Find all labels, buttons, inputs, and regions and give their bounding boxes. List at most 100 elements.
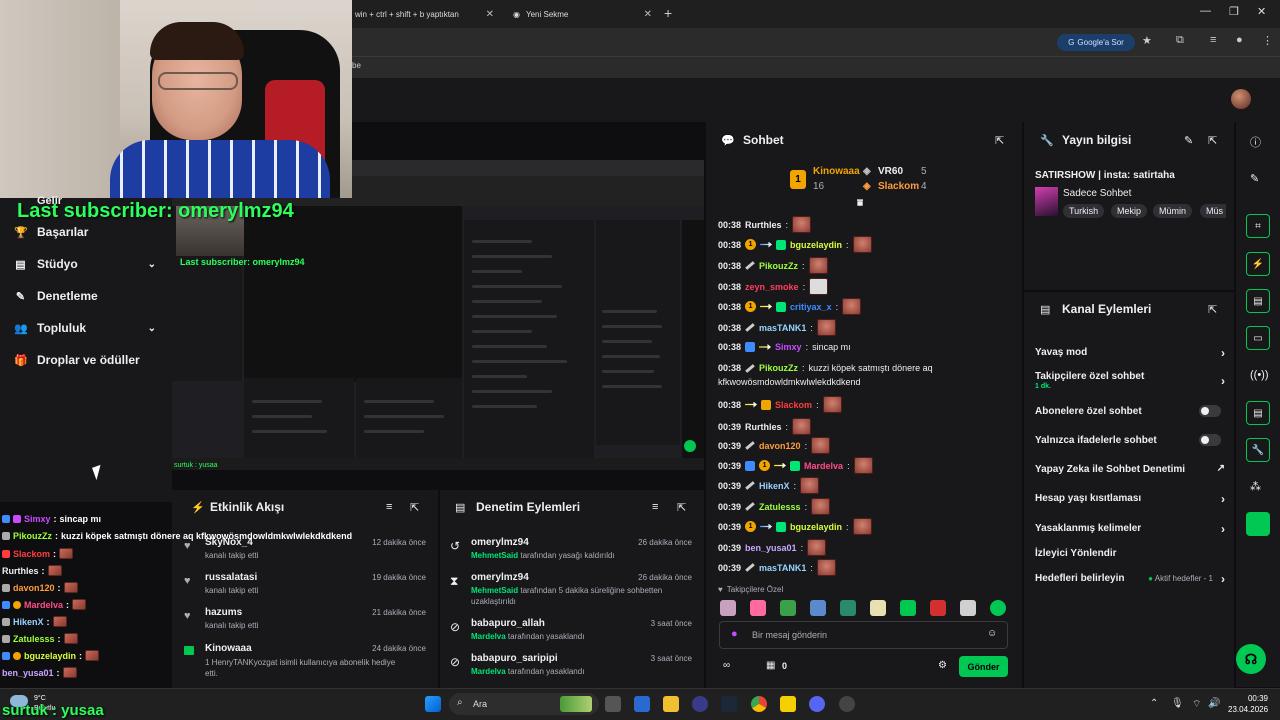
message-user[interactable]: critiyax_x xyxy=(790,302,832,312)
subscribers-only-toggle[interactable] xyxy=(1199,405,1221,417)
sidebar-item-drops[interactable]: 🎁 Droplar ve ödüller xyxy=(14,353,160,367)
message-user[interactable]: PikouzZz xyxy=(759,363,798,373)
emoji-icon[interactable]: ☺ xyxy=(987,628,997,639)
emote-picker-item[interactable] xyxy=(870,600,886,616)
discord-icon[interactable] xyxy=(809,696,825,712)
edit-icon[interactable]: ✎ xyxy=(1250,172,1259,185)
tag[interactable]: Müs xyxy=(1200,204,1226,218)
avatar[interactable] xyxy=(1231,89,1251,109)
wifi-icon[interactable]: ⌔ xyxy=(1192,698,1201,711)
notes-icon[interactable] xyxy=(780,696,796,712)
wrench-button[interactable]: 🔧 xyxy=(1246,438,1270,462)
popout-icon[interactable]: ⇱ xyxy=(677,501,686,514)
action-raid[interactable]: İzleyici Yönlendir xyxy=(1035,548,1225,559)
taskview-icon[interactable] xyxy=(605,696,621,712)
emote-picker-item[interactable] xyxy=(960,600,976,616)
message-user[interactable]: HikenX xyxy=(759,481,790,491)
chrome-icon[interactable] xyxy=(751,696,767,712)
emote-picker-item[interactable] xyxy=(780,600,796,616)
pinned-icon[interactable]: ⩸ xyxy=(857,198,863,209)
emote-picker-item[interactable] xyxy=(750,600,766,616)
tag[interactable]: Turkish xyxy=(1063,204,1105,218)
send-button[interactable]: Gönder xyxy=(959,656,1008,677)
emote-picker-item[interactable] xyxy=(840,600,856,616)
browser-tab[interactable]: ◉ Yeni Sekme ✕ xyxy=(503,2,658,26)
share-icon[interactable]: ⁂ xyxy=(1250,480,1261,493)
info-icon[interactable]: ⓘ xyxy=(1250,134,1261,150)
emote-picker-item[interactable] xyxy=(900,600,916,616)
volume-icon[interactable]: 🔊 xyxy=(1208,698,1220,709)
steam-icon[interactable] xyxy=(721,696,737,712)
new-tab-button[interactable]: + xyxy=(664,5,672,21)
folder-icon[interactable] xyxy=(663,696,679,712)
emote-picker-item[interactable] xyxy=(930,600,946,616)
sidebar-item-community[interactable]: 👥 Topluluk ⌄ xyxy=(14,321,160,335)
message-user[interactable]: PikouzZz xyxy=(759,261,798,271)
emote-only-toggle[interactable] xyxy=(1199,434,1221,446)
popout-icon[interactable]: ⇱ xyxy=(1208,134,1217,147)
sidebar-item-moderation[interactable]: ✎ Denetleme xyxy=(14,289,160,303)
tag[interactable]: Mümin xyxy=(1153,204,1193,218)
start-icon[interactable] xyxy=(425,696,441,712)
mic-tray-icon[interactable]: 🎙 xyxy=(1171,698,1184,709)
filter-icon[interactable]: ≡ xyxy=(652,501,658,513)
browser-tab[interactable]: win + ctrl + shift + b yaptıktan ✕ xyxy=(345,2,500,26)
close-tab-icon[interactable]: ✕ xyxy=(486,9,494,20)
extensions-icon[interactable]: ⧉ xyxy=(1176,34,1184,47)
message-user[interactable]: bguzelaydin xyxy=(790,522,842,532)
message-user[interactable]: zeyn_smoke xyxy=(745,282,799,292)
message-user[interactable]: Rurthles xyxy=(745,220,782,230)
google-lens-button[interactable]: G Google'a Sor xyxy=(1057,34,1135,51)
action-banned-words[interactable]: Yasaklanmış kelimeler › xyxy=(1035,522,1225,536)
tag[interactable]: Mekip xyxy=(1111,204,1148,218)
filter-icon[interactable]: ≡ xyxy=(386,501,392,513)
minimize-icon[interactable]: — xyxy=(1200,5,1211,17)
message-user[interactable]: Zatulesss xyxy=(759,502,801,512)
note-button[interactable]: ▤ xyxy=(1246,289,1270,313)
action-account-age[interactable]: Hesap yaşı kısıtlaması › xyxy=(1035,492,1225,506)
mic-icon[interactable]: ● xyxy=(731,628,738,640)
bolt-button[interactable]: ⚡ xyxy=(1246,252,1270,276)
playlist-icon[interactable]: ≡ xyxy=(1210,34,1216,46)
clip-button[interactable]: ⌗ xyxy=(1246,214,1270,238)
message-user[interactable]: davon120 xyxy=(759,441,801,451)
message-user[interactable]: Simxy xyxy=(775,342,802,352)
tray-up-icon[interactable]: ⌃ xyxy=(1150,698,1158,709)
help-button[interactable]: ☊ xyxy=(1236,644,1266,674)
maximize-icon[interactable]: ❐ xyxy=(1229,5,1239,18)
star-icon[interactable]: ★ xyxy=(1142,34,1152,47)
message-user[interactable]: masTANK1 xyxy=(759,323,806,333)
popout-icon[interactable]: ⇱ xyxy=(995,134,1004,147)
chat-button[interactable]: ▭ xyxy=(1246,326,1270,350)
edit-icon[interactable]: ✎ xyxy=(1184,134,1193,147)
emote-picker-item[interactable] xyxy=(990,600,1006,616)
close-tab-icon[interactable]: ✕ xyxy=(644,9,652,20)
calculator-icon[interactable] xyxy=(634,696,650,712)
obs-icon[interactable] xyxy=(692,696,708,712)
bookmark-label[interactable]: be xyxy=(352,61,361,70)
close-window-icon[interactable]: ✕ xyxy=(1257,5,1266,18)
broadcast-icon[interactable]: ((•)) xyxy=(1250,369,1269,381)
popout-icon[interactable]: ⇱ xyxy=(1208,303,1217,316)
message-user[interactable]: Slackom xyxy=(775,400,812,410)
menu-icon[interactable]: ⋮ xyxy=(1262,34,1273,47)
cards-button[interactable]: ▤ xyxy=(1246,401,1270,425)
message-user[interactable]: masTANK1 xyxy=(759,563,806,573)
app-badge-icon[interactable] xyxy=(839,696,855,712)
settings-icon[interactable]: ⚙ xyxy=(938,660,947,671)
action-slow-mode[interactable]: Yavaş mod › xyxy=(1035,346,1225,360)
action-followers-only[interactable]: Takipçilere özel sohbet 1 dk. › xyxy=(1035,371,1225,390)
action-ai-moderation[interactable]: Yapay Zeka ile Sohbet Denetimi ↗ xyxy=(1035,463,1225,475)
app-icon[interactable] xyxy=(1246,512,1270,536)
popout-icon[interactable]: ⇱ xyxy=(410,501,419,514)
message-user[interactable]: Rurthles xyxy=(745,422,782,432)
sidebar-item-studio[interactable]: ▤ Stüdyo ⌄ xyxy=(14,257,160,271)
action-goals[interactable]: Hedefleri belirleyin ● Aktif hedefler - 1… xyxy=(1035,572,1225,586)
message-user[interactable]: Mardelva xyxy=(804,461,843,471)
sidebar-item-achievements[interactable]: 🏆 Başarılar xyxy=(14,225,160,239)
message-user[interactable]: ben_yusa01 xyxy=(745,543,797,553)
taskbar-clock[interactable]: 00:39 23.04.2026 xyxy=(1228,693,1268,715)
message-user[interactable]: bguzelaydin xyxy=(790,240,842,250)
emote-picker-item[interactable] xyxy=(810,600,826,616)
emote-picker-item[interactable] xyxy=(720,600,736,616)
